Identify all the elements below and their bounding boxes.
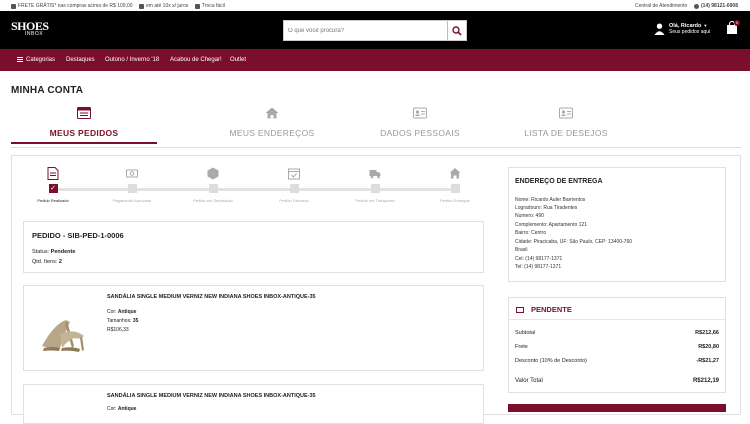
address-line: Complemento: Apartamento 121 <box>515 222 587 228</box>
address-title: ENDEREÇO DE ENTREGA <box>515 178 603 185</box>
card-icon <box>139 3 144 9</box>
installments-notice: em até 10x s/ juros <box>139 3 188 9</box>
product-color: Cor: Antique <box>107 309 137 315</box>
total-value: R$212,19 <box>692 378 719 384</box>
subtotal-label: Subtotal <box>515 330 536 336</box>
order-summary-card: PENDENTE Subtotal R$212,66 Frete R$20,80… <box>508 297 726 393</box>
total-label: Valor Total <box>515 378 543 384</box>
id-card-icon <box>559 107 573 119</box>
nav-item-acabou-de-chegar[interactable]: Acabou de Chegar! <box>170 57 222 63</box>
product-color: Cor: Antique <box>107 406 137 412</box>
discount-label: Desconto (10% de Desconto) <box>515 358 587 364</box>
menu-icon <box>17 57 23 62</box>
calendar-icon <box>288 168 300 180</box>
exchange-notice: Troca fácil <box>195 3 225 9</box>
exchange-icon <box>195 3 200 9</box>
address-line: Bairro: Centro <box>515 230 547 236</box>
address-line: Tel: (14) 98177-1371 <box>515 264 562 270</box>
subtotal-value: R$212,66 <box>695 330 719 336</box>
step-pedido-em-transporte: Pedido em Transporte <box>345 167 405 203</box>
search-box <box>283 20 467 41</box>
money-icon <box>516 307 524 313</box>
order-product-item: SANDÁLIA SINGLE MEDIUM VERNIZ NEW INDIAN… <box>23 384 484 424</box>
nav-item-destaques[interactable]: Destaques <box>66 57 95 63</box>
address-line: Cidade: Piracicaba, UF: São Paulo, CEP: … <box>515 239 633 245</box>
shipping-label: Frete <box>515 344 528 350</box>
check-icon: ✓ <box>48 184 58 193</box>
user-icon <box>654 23 665 35</box>
address-line: Numero: 490 <box>515 213 544 219</box>
product-name[interactable]: SANDÁLIA SINGLE MEDIUM VERNIZ NEW INDIAN… <box>107 294 316 300</box>
order-item-count: Qtd. Itens: 2 <box>32 259 62 265</box>
whatsapp-icon <box>694 3 699 9</box>
home-icon <box>265 107 279 119</box>
top-info-bar: FRETE GRÁTIS* nas compras acima de R$ 10… <box>0 0 750 11</box>
address-line: Logradouro: Rua Tiradentes <box>515 205 578 211</box>
document-icon <box>47 167 59 180</box>
tabs-divider <box>11 147 741 148</box>
step-pedido-em-separacao: Pedido em Separação <box>183 167 243 203</box>
user-menu[interactable]: Olá, Ricardo ▼ Seus pedidos aqui <box>654 23 710 35</box>
tab-dados-pessoais[interactable]: DADOS PESSOAIS <box>347 104 493 144</box>
discount-value: -R$21,27 <box>696 358 719 364</box>
chevron-down-icon: ▼ <box>703 23 708 28</box>
cart-count-badge: 0 <box>734 20 740 26</box>
address-line: Nome: Ricardo Auler Barrientos <box>515 197 586 203</box>
address-line: Cel: (14) 98177-1371 <box>515 256 563 262</box>
cart-button[interactable]: 0 <box>726 20 740 40</box>
order-status: Status: Pendente <box>32 249 76 255</box>
search-button[interactable] <box>447 21 466 40</box>
id-card-icon <box>413 107 427 119</box>
logo[interactable]: SHOES INBOX <box>11 20 49 37</box>
page-title: MINHA CONTA <box>11 85 84 96</box>
order-number: PEDIDO - SIB-PED-1-0006 <box>32 231 124 240</box>
sandal-image <box>42 320 84 352</box>
nav-categories[interactable]: Categorias <box>17 57 55 63</box>
account-tabs: MEUS PEDIDOS MEUS ENDEREÇOS DADOS PESSOA… <box>11 104 741 144</box>
step-pagamento-aprovado: Pagamento Aprovado <box>102 167 162 203</box>
order-progress-tracker: ✓ Pedido Realizado Pagamento Aprovado Pe… <box>23 167 483 213</box>
action-button[interactable] <box>508 404 726 412</box>
delivery-address-card: ENDEREÇO DE ENTREGA Nome: Ricardo Auler … <box>508 167 726 282</box>
nav-item-outono-inverno[interactable]: Outono / Inverno '18 <box>105 57 159 63</box>
address-line: Brasil <box>515 247 528 253</box>
truck-icon <box>11 3 16 9</box>
box-icon <box>207 167 219 180</box>
search-input[interactable] <box>284 21 447 40</box>
step-pedido-entregue: Pedido Entregue <box>425 167 485 203</box>
tab-lista-de-desejos[interactable]: LISTA DE DESEJOS <box>493 104 639 144</box>
truck-icon <box>369 170 381 179</box>
product-price: R$106,33 <box>107 327 129 333</box>
step-pedido-faturado: Pedido Faturado <box>264 167 324 203</box>
money-icon <box>126 169 138 178</box>
search-icon <box>452 25 462 36</box>
whatsapp-link[interactable]: (14) 98121-6908 <box>694 3 738 9</box>
tab-meus-enderecos[interactable]: MEUS ENDEREÇOS <box>199 104 345 144</box>
shipping-value: R$20,80 <box>698 344 719 350</box>
order-product-item: SANDÁLIA SINGLE MEDIUM VERNIZ NEW INDIAN… <box>23 285 484 371</box>
summary-status: PENDENTE <box>531 305 572 314</box>
service-link[interactable]: Central de Atendimento <box>635 3 687 9</box>
order-info-card: PEDIDO - SIB-PED-1-0006 Status: Pendente… <box>23 221 484 273</box>
orders-link[interactable]: Seus pedidos aqui <box>669 29 710 35</box>
nav-item-outlet[interactable]: Outlet <box>230 57 246 63</box>
list-icon <box>77 107 91 119</box>
tab-meus-pedidos[interactable]: MEUS PEDIDOS <box>11 104 157 144</box>
product-name[interactable]: SANDÁLIA SINGLE MEDIUM VERNIZ NEW INDIAN… <box>107 393 316 399</box>
site-header: SHOES INBOX Olá, Ricardo▼Seus pedidos aq… <box>0 11 750 49</box>
product-size: Tamanhos: 35 <box>107 318 139 324</box>
free-shipping-notice: FRETE GRÁTIS* nas compras acima de R$ 10… <box>11 3 133 9</box>
step-pedido-realizado: ✓ Pedido Realizado <box>23 167 83 203</box>
main-nav: Categorias Destaques Outono / Inverno '1… <box>0 49 750 71</box>
home-icon <box>449 168 461 179</box>
